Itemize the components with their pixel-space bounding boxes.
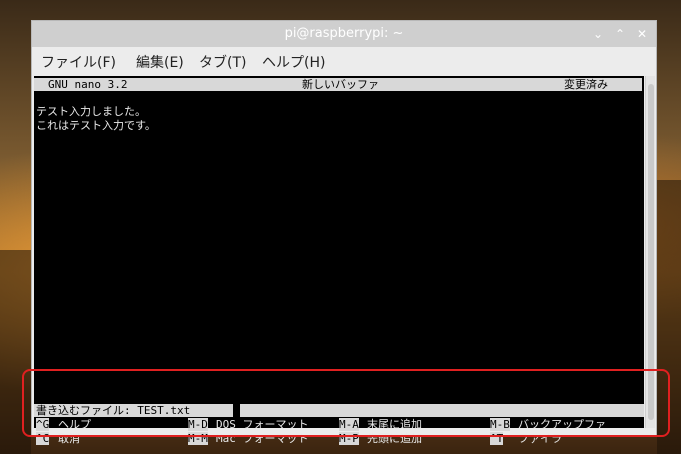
highlight-box bbox=[22, 369, 670, 437]
nano-buffer-name: 新しいバッファ bbox=[302, 78, 379, 91]
menu-file[interactable]: ファイル(F) bbox=[41, 52, 116, 72]
menubar: ファイル(F) 編集(E) タブ(T) ヘルプ(H) bbox=[32, 47, 656, 73]
window-titlebar[interactable]: pi@raspberrypi: ~ ⌄ ⌃ ✕ bbox=[32, 21, 656, 47]
menu-help[interactable]: ヘルプ(H) bbox=[262, 52, 325, 72]
nano-modified-status: 変更済み bbox=[564, 78, 608, 91]
nano-version: GNU nano 3.2 bbox=[48, 78, 128, 91]
close-button[interactable]: ✕ bbox=[633, 25, 651, 43]
window-title: pi@raspberrypi: ~ bbox=[284, 26, 404, 41]
text-line: テスト入力しました。 bbox=[36, 105, 146, 118]
minimize-button[interactable]: ⌄ bbox=[589, 25, 607, 43]
menu-tabs[interactable]: タブ(T) bbox=[199, 52, 246, 72]
text-line: これはテスト入力です。 bbox=[36, 119, 156, 132]
menu-edit[interactable]: 編集(E) bbox=[136, 52, 184, 72]
nano-header-bar: GNU nano 3.2 新しいバッファ 変更済み bbox=[34, 78, 642, 91]
maximize-button[interactable]: ⌃ bbox=[611, 25, 629, 43]
